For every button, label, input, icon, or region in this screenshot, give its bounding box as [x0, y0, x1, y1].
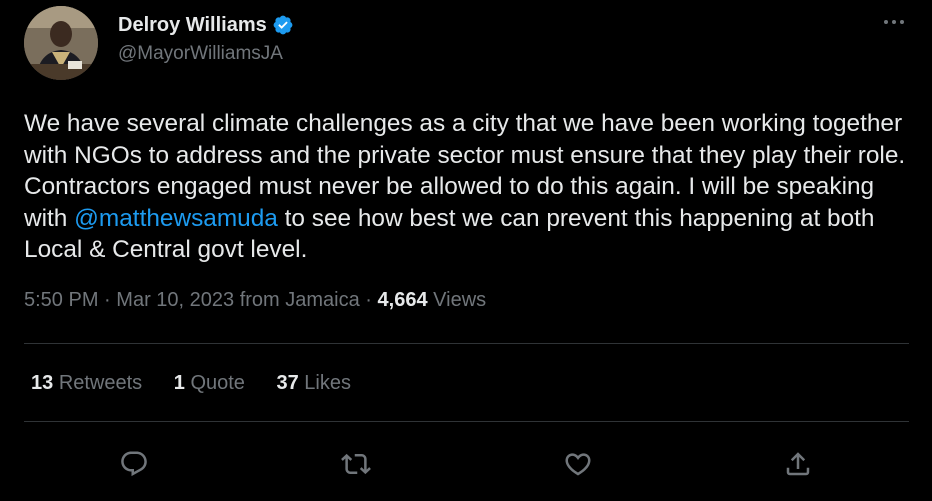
engagement-stats: 13 Retweets 1 Quote 37 Likes [31, 372, 377, 395]
retweet-icon [341, 453, 371, 475]
more-options-icon[interactable] [880, 12, 908, 32]
divider-top [24, 343, 909, 344]
tweet-date[interactable]: Mar 10, 2023 [116, 289, 234, 311]
like-button[interactable] [561, 447, 595, 481]
meta-separator: · [365, 289, 372, 311]
retweets-stat[interactable]: 13 Retweets [31, 372, 142, 395]
quotes-label: Quote [190, 372, 245, 394]
tweet-source: from Jamaica [239, 289, 360, 311]
retweet-button[interactable] [339, 447, 373, 481]
share-button[interactable] [781, 447, 815, 481]
meta-separator: · [104, 289, 111, 311]
likes-count: 37 [276, 372, 299, 394]
display-name[interactable]: Delroy Williams [118, 14, 267, 37]
mention-link[interactable]: @matthewsamuda [74, 205, 278, 232]
views-label: Views [433, 289, 487, 311]
views-count: 4,664 [377, 289, 428, 311]
tweet-card: Delroy Williams @MayorWilliamsJA We have… [0, 0, 932, 501]
tweet-time[interactable]: 5:50 PM [24, 289, 98, 311]
avatar[interactable] [24, 6, 98, 80]
like-icon [565, 453, 591, 476]
quotes-count: 1 [173, 372, 185, 394]
action-bar [0, 447, 932, 481]
user-names: Delroy Williams @MayorWilliamsJA [118, 12, 294, 65]
tweet-text: We have several climate challenges as a … [24, 108, 914, 266]
reply-button[interactable] [117, 447, 151, 481]
tweet-header: Delroy Williams @MayorWilliamsJA [24, 6, 912, 80]
retweets-count: 13 [31, 372, 54, 394]
share-icon [786, 452, 810, 476]
tweet-meta: 5:50 PM · Mar 10, 2023 from Jamaica · 4,… [24, 289, 486, 312]
likes-stat[interactable]: 37 Likes [276, 372, 351, 395]
reply-icon [121, 451, 147, 477]
user-handle[interactable]: @MayorWilliamsJA [118, 43, 294, 65]
likes-label: Likes [304, 372, 351, 394]
verified-badge-icon [273, 15, 293, 35]
divider-bottom [24, 421, 909, 422]
quotes-stat[interactable]: 1 Quote [174, 372, 245, 395]
retweets-label: Retweets [58, 372, 143, 394]
